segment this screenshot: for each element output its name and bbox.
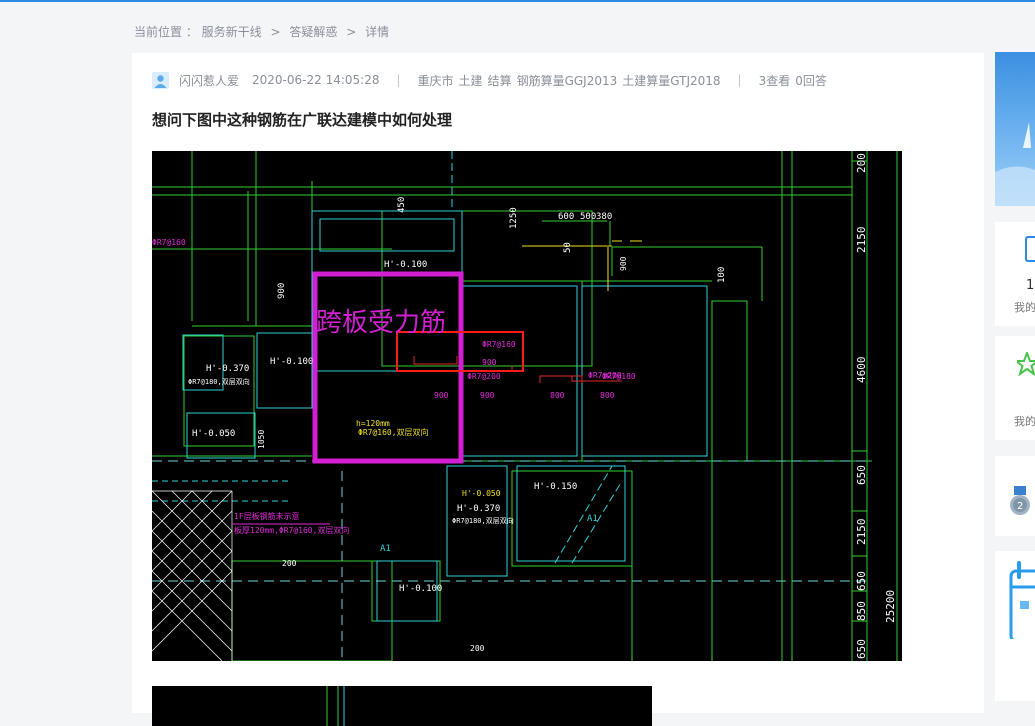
misc-label-4: 200 [470, 644, 485, 653]
dim-top-8: 100 [717, 267, 727, 283]
dim-right-8: 25200 [884, 590, 897, 623]
dim-right-4: 650 [855, 465, 868, 485]
breadcrumb-prefix: 当前位置 ： [134, 25, 198, 39]
rebar-label-1: ΦR7@160 [482, 340, 516, 349]
breadcrumb-current: 详情 [365, 25, 390, 39]
banner-graphic [995, 122, 1035, 206]
slab-label: h=120mm [356, 419, 390, 428]
sidebar-card-stats[interactable]: 1 我的 [995, 222, 1035, 326]
misc-label-6: 900 [619, 256, 628, 271]
top-accent-line [0, 0, 1035, 2]
meta-divider: | [737, 73, 742, 87]
post-datetime: 2020-06-22 14:05:28 [252, 73, 380, 87]
sidebar-banner[interactable] [995, 52, 1035, 206]
star-icon [1017, 352, 1035, 376]
medal-icon: 2 [1010, 486, 1030, 515]
author-name[interactable]: 闪闪惹人爱 [179, 72, 239, 89]
misc-label-5: 1050 [257, 430, 266, 449]
dim-right-1: 200 [855, 153, 868, 173]
room-rebar-2: ΦR7@180,双层双向 [452, 516, 514, 525]
room-label-1: H'-0.100 [384, 260, 427, 270]
hatched-area [152, 490, 233, 661]
rebar-length-2: 900 [434, 391, 449, 400]
misc-label-3: 200 [282, 559, 297, 568]
dimension-ticks [542, 160, 867, 622]
dim-right-2: 2150 [855, 227, 868, 254]
room-label-3: H'-0.100 [270, 357, 313, 367]
tag-gtj2018[interactable]: 土建算量GTJ2018 [622, 72, 720, 89]
left-note-1: 1F层板钢筋未示意 [234, 511, 300, 521]
right-dimensions: 200 2150 4600 650 2150 650 850 25200 650 [855, 153, 897, 659]
dim-top-7: 900 [277, 283, 287, 299]
cad-drawing-image[interactable]: h=120mm ΦR7@160,双层双向 H'-0.050 H'-0.100 H… [152, 151, 902, 661]
rebar-length-4: 800 [550, 391, 565, 400]
breadcrumb-separator: > [346, 25, 357, 39]
tag-settlement[interactable]: 结算 [488, 72, 512, 89]
dim-top-1: 450 [397, 197, 407, 213]
sidebar-label-2: 我的 [1014, 415, 1035, 428]
answer-count: 0回答 [795, 73, 827, 88]
dim-top-2: 1250 [509, 207, 519, 229]
breadcrumb-link-service[interactable]: 服务新干线 [202, 25, 262, 39]
rebar-length-5: 800 [600, 391, 615, 400]
room-label-7: H'-0.050 [462, 489, 501, 498]
top-dimensions: 450 1250 600 500 380 50 900 100 [277, 197, 727, 299]
dim-right-3: 4600 [855, 357, 868, 384]
rebar-length-3: 900 [480, 391, 495, 400]
sidebar-label-1: 我的 [1014, 301, 1035, 314]
sidebar-card-favorites[interactable]: 我的 [995, 336, 1035, 440]
question-title: 想问下图中这种钢筋在广联达建模中如何处理 [152, 111, 453, 129]
dim-top-3: 600 [558, 212, 574, 222]
room-label-2: H'-0.370 [206, 364, 249, 374]
location: 重庆市 [417, 73, 454, 88]
room-label-4: H'-0.050 [192, 429, 235, 439]
dim-right-6: 650 [855, 571, 868, 591]
room-label-8: H'-0.100 [399, 584, 442, 594]
dim-top-6: 50 [563, 242, 573, 253]
view-count: 3查看 [758, 73, 791, 88]
dim-right-9: 650 [855, 639, 868, 659]
breadcrumb: 当前位置 ： 服务新干线 > 答疑解惑 > 详情 [134, 23, 389, 40]
document-icon [1025, 236, 1035, 262]
breadcrumb-link-qa[interactable]: 答疑解惑 [289, 25, 337, 39]
cad-drawing-image-2[interactable] [152, 686, 652, 726]
cad-drawing-svg: h=120mm ΦR7@160,双层双向 H'-0.050 H'-0.100 H… [152, 151, 898, 661]
tag-ggj2013[interactable]: 钢筋算量GGJ2013 [517, 72, 618, 89]
misc-label-1: A1 [587, 514, 598, 524]
rebar-length-1: 900 [482, 358, 497, 367]
cad-drawing-svg-2 [326, 686, 345, 726]
svg-text:2: 2 [1017, 501, 1023, 512]
room-label-6: H'-0.370 [457, 504, 500, 514]
sidebar-count: 1 [1026, 278, 1035, 293]
left-note-2: 板厚120mm,ΦR7@160,双层双向 [234, 525, 349, 535]
misc-label-2: A1 [380, 544, 391, 554]
meta-divider: | [396, 73, 401, 87]
rebar-label-3: ΦR7@200 [467, 372, 501, 381]
question-card: 闪闪惹人爱 2020-06-22 14:05:28 | 重庆市 土建 结算 钢筋… [132, 53, 984, 726]
dim-right-5: 2150 [855, 519, 868, 546]
annotation-text: 跨板受力筋 [316, 308, 446, 338]
dim-right-7: 850 [855, 601, 868, 621]
question-meta: 闪闪惹人爱 2020-06-22 14:05:28 | 重庆市 土建 结算 钢筋… [152, 71, 827, 89]
sidebar-card-medal[interactable]: 2 [995, 456, 1035, 536]
room-label-5: H'-0.150 [534, 482, 577, 492]
tag-civil[interactable]: 土建 [459, 72, 483, 89]
dim-top-4: 500 [580, 212, 596, 222]
rebar-label-2: ΦR7@160 [152, 238, 186, 247]
dim-top-5: 380 [596, 212, 612, 222]
sidebar-card-calendar[interactable] [995, 551, 1035, 701]
avatar[interactable] [152, 71, 169, 89]
rebar-label-5: ΦR7@180 [602, 372, 636, 381]
calendar-icon [1009, 561, 1035, 639]
room-rebar-1: ΦR7@180,双层双向 [188, 377, 250, 386]
user-icon [154, 74, 167, 88]
wall-lines [152, 151, 898, 661]
breadcrumb-separator: > [270, 25, 281, 39]
slab-rebar: ΦR7@160,双层双向 [358, 427, 429, 437]
